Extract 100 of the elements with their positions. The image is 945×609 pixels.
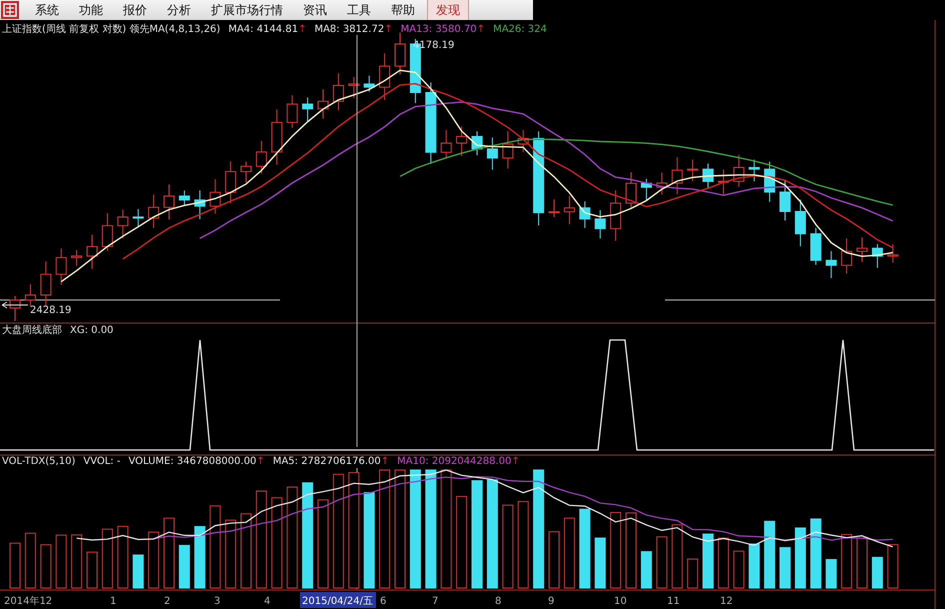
- candlestick: [71, 250, 82, 266]
- candlestick: [486, 137, 498, 170]
- candlestick: [318, 88, 328, 120]
- axis-date-label: 6: [380, 596, 386, 607]
- candlestick: [564, 195, 575, 225]
- axis-date-label: 2: [164, 596, 170, 607]
- candlestick: [687, 159, 698, 182]
- candlestick: [856, 237, 868, 262]
- volume-bar: [718, 538, 729, 588]
- candlestick: [872, 244, 883, 268]
- candlestick: [332, 72, 344, 111]
- volume-bar: [40, 544, 52, 588]
- menu-item[interactable]: 资讯: [295, 0, 335, 20]
- candlestick: [748, 159, 760, 182]
- candlestick: [364, 75, 375, 92]
- menu-item[interactable]: 帮助: [383, 0, 423, 20]
- volume-bar: [178, 544, 190, 588]
- up-arrow-icon: ↑: [476, 24, 486, 35]
- candlestick: [117, 209, 128, 239]
- menu-item[interactable]: 扩展市场行情: [203, 0, 291, 20]
- candlestick: [718, 169, 729, 195]
- candlestick: [702, 163, 714, 190]
- candlestick: [794, 199, 806, 247]
- volume-value: VOLUME: 3467808000.00: [128, 456, 256, 467]
- volume-bar: [702, 534, 714, 588]
- moving-average-value: MA26: 324: [493, 24, 547, 35]
- volume-bar: [780, 547, 790, 588]
- axis-date-label: 9: [548, 596, 554, 607]
- up-arrow-icon: ↑: [298, 24, 306, 35]
- candlestick: [594, 210, 606, 239]
- volume-bar: [826, 559, 837, 588]
- candlestick: [579, 200, 590, 228]
- candlestick: [194, 190, 206, 220]
- axis-date-label: 8: [495, 596, 502, 607]
- axis-date-label: 4: [264, 596, 270, 607]
- menu-item[interactable]: 发现: [427, 0, 469, 20]
- moving-average-value: MA8: 3812.72: [314, 24, 384, 35]
- up-arrow-icon: ↑: [380, 456, 390, 467]
- volume-value: VVOL: -: [83, 456, 120, 467]
- candlestick: [24, 284, 36, 307]
- candlestick: [240, 161, 252, 184]
- volume-bar: [548, 531, 560, 588]
- volume-bar: [86, 552, 98, 588]
- volume-bar: [564, 518, 575, 588]
- candlestick: [456, 126, 468, 157]
- menu-item[interactable]: 系统: [27, 0, 67, 20]
- volume-title: VOL-TDX(5,10): [2, 456, 76, 467]
- volume-bar: [102, 528, 113, 588]
- up-arrow-icon: ↑: [511, 456, 520, 467]
- candlestick: [548, 198, 560, 218]
- volume-bar: [764, 520, 776, 588]
- candlestick: [610, 190, 622, 242]
- candlestick: [225, 160, 236, 204]
- volume-bar: [672, 524, 683, 588]
- candlestick: [672, 156, 683, 195]
- moving-average-value: MA13: 3580.70: [400, 24, 477, 35]
- candlestick: [502, 130, 514, 170]
- candlestick: [102, 212, 113, 252]
- volume-bar: [10, 542, 20, 588]
- candlestick: [656, 172, 668, 196]
- volume-bar: [594, 538, 606, 588]
- menu-item[interactable]: 分析: [159, 0, 199, 20]
- indicator-name: 大盘周线底部: [2, 324, 62, 337]
- candlestick: [164, 184, 174, 220]
- candlestick: [286, 94, 298, 128]
- candlestick: [56, 248, 67, 286]
- axis-date-label: 10: [614, 596, 627, 607]
- volume-bar: [117, 526, 128, 588]
- axis-date-label: 12: [720, 596, 733, 607]
- candlestick: [841, 238, 852, 274]
- candlestick: [810, 227, 822, 266]
- axis-date-label: 11: [667, 596, 680, 607]
- menu-item[interactable]: 报价: [115, 0, 155, 20]
- candlestick: [210, 178, 221, 214]
- axis-date-label: 1: [110, 596, 116, 607]
- volume-bar: [164, 518, 174, 588]
- volume-bar: [733, 550, 744, 588]
- volume-bar: [841, 534, 852, 588]
- volume-bar: [132, 554, 144, 588]
- candlestick: [472, 130, 482, 156]
- candlestick: [826, 250, 837, 279]
- menu-item[interactable]: 功能: [71, 0, 111, 20]
- candlestick: [626, 172, 636, 210]
- up-arrow-icon: ↑: [256, 456, 265, 467]
- volume-bar: [887, 544, 898, 588]
- low-price-label: 2428.19: [30, 305, 72, 316]
- app-logo-icon[interactable]: [1, 1, 19, 19]
- volume-bar: [24, 532, 36, 588]
- volume-value: MA10: 2092044288.00: [397, 456, 512, 467]
- candlestick: [86, 234, 98, 270]
- candlestick: [178, 190, 190, 206]
- volume-bar: [748, 544, 760, 588]
- candlestick: [733, 154, 744, 188]
- volume-bar: [56, 534, 67, 588]
- menu-item[interactable]: 工具: [339, 0, 379, 20]
- arrow-icon: [2, 302, 28, 308]
- candlestick: [40, 260, 52, 308]
- candlestick: [518, 130, 529, 153]
- volume-bar: [872, 556, 883, 588]
- candlestick: [10, 296, 20, 322]
